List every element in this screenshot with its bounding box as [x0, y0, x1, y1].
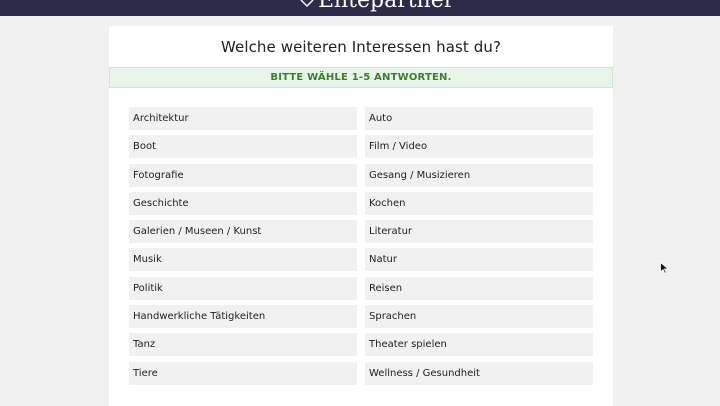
interest-option[interactable]: Architektur	[129, 107, 357, 130]
question-card: Welche weiteren Interessen hast du? BITT…	[109, 26, 613, 406]
interest-option[interactable]: Wellness / Gesundheit	[365, 361, 593, 385]
interest-option[interactable]: Boot	[129, 135, 357, 159]
interest-option[interactable]: Politik	[129, 276, 357, 300]
interest-option[interactable]: Geschichte	[129, 191, 357, 215]
interest-option[interactable]: Musik	[129, 248, 357, 272]
interest-option[interactable]: Natur	[365, 248, 593, 272]
mouse-pointer-icon	[660, 262, 669, 274]
interest-option[interactable]: Gesang / Musizieren	[365, 163, 593, 187]
interest-option[interactable]: Galerien / Museen / Kunst	[129, 220, 357, 244]
interest-option[interactable]: Sprachen	[365, 305, 593, 329]
answer-hint-banner: BITTE WÄHLE 1-5 ANTWORTEN.	[109, 67, 613, 88]
logo-text: Elitepartner	[318, 0, 455, 13]
question-title: Welche weiteren Interessen hast du?	[220, 38, 502, 56]
interest-option[interactable]: Kochen	[365, 191, 593, 215]
logo-heart-icon	[300, 0, 314, 7]
interest-option[interactable]: Tiere	[129, 361, 357, 385]
interest-option[interactable]: Auto	[365, 107, 593, 130]
top-header-bar: Elitepartner	[0, 0, 720, 16]
interest-option[interactable]: Theater spielen	[365, 333, 593, 357]
interest-option[interactable]: Literatur	[365, 220, 593, 244]
interest-option[interactable]: Film / Video	[365, 135, 593, 159]
interest-option[interactable]: Reisen	[365, 276, 593, 300]
interest-option[interactable]: Tanz	[129, 333, 357, 357]
options-grid: Architektur Auto Boot Film / Video Fotografi…	[129, 107, 593, 385]
interest-option[interactable]: Fotografie	[129, 163, 357, 187]
brand-logo[interactable]: Elitepartner	[300, 0, 454, 14]
interest-option[interactable]: Handwerkliche Tätigkeiten	[129, 305, 357, 329]
